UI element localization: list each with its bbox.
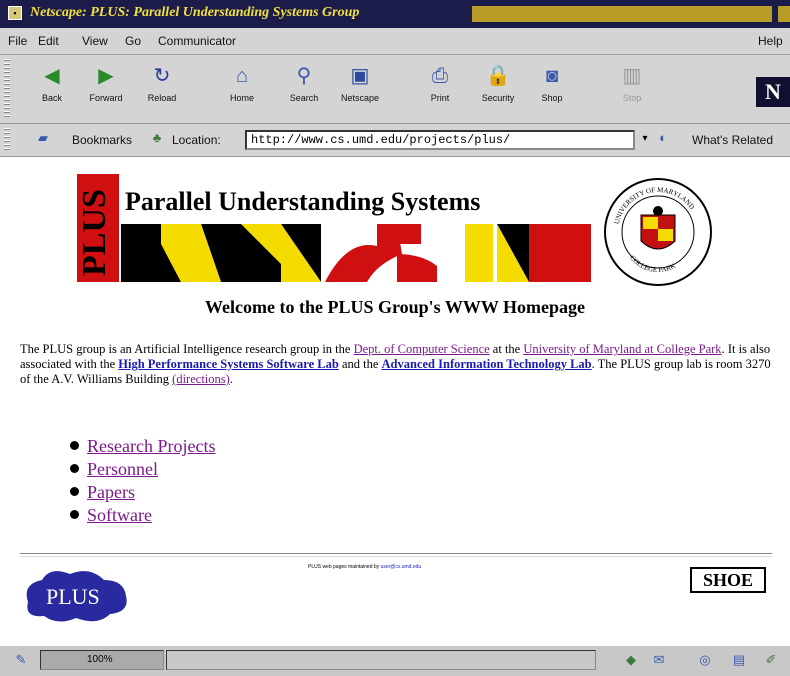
bookmarks-icon: ▰	[38, 130, 48, 145]
hpssl-link[interactable]: High Performance Systems Software Lab	[118, 357, 339, 371]
home-icon: ⌂	[235, 65, 249, 87]
window-title: Netscape: PLUS: Parallel Understanding S…	[30, 5, 360, 20]
menu-file[interactable]: File	[8, 34, 27, 48]
intro-paragraph: The PLUS group is an Artificial Intellig…	[20, 342, 771, 386]
main-links-list: Research Projects Personnel Papers Softw…	[70, 435, 215, 527]
search-button[interactable]: ⚲ Search	[276, 61, 332, 117]
status-bar: ✎ 100% ◆ ✉ ◎ ▤ ✐	[0, 645, 790, 676]
security-button[interactable]: 🔒 Security	[470, 61, 526, 117]
netscape-button[interactable]: ▣ Netscape	[332, 61, 388, 117]
list-item: Research Projects	[70, 435, 215, 458]
composer-icon[interactable]: ▤	[730, 651, 748, 669]
forward-button[interactable]: ▶ Forward	[78, 61, 134, 117]
plus-banner: PLUS Parallel Understanding Systems	[77, 174, 597, 282]
discussions-icon[interactable]: ◎	[696, 651, 714, 669]
research-projects-link[interactable]: Research Projects	[87, 436, 215, 456]
security-status-icon[interactable]: ✎	[12, 651, 30, 669]
horizontal-rule	[20, 553, 772, 557]
banner-title: Parallel Understanding Systems	[125, 187, 480, 216]
reload-button[interactable]: ↻ Reload	[134, 61, 190, 117]
search-icon: ⚲	[296, 65, 312, 87]
bullet-icon	[70, 487, 79, 497]
forward-arrow-icon: ▶	[98, 65, 114, 87]
back-arrow-icon: ◀	[44, 65, 60, 87]
stop-icon: ▥	[622, 65, 642, 87]
navigation-toolbar: ◀ Back ▶ Forward ↻ Reload ⌂ Home ⚲ Searc…	[0, 55, 790, 124]
menu-view[interactable]: View	[82, 34, 108, 48]
software-link[interactable]: Software	[87, 505, 152, 525]
stop-button[interactable]: ▥ Stop	[604, 61, 660, 117]
menu-communicator[interactable]: Communicator	[158, 34, 236, 48]
mail-icon[interactable]: ✉	[650, 651, 668, 669]
personnel-link[interactable]: Personnel	[87, 459, 158, 479]
netscape-logo: N	[756, 77, 790, 107]
print-button[interactable]: ⎙ Print	[412, 61, 468, 117]
window-menu-icon[interactable]: ▪	[8, 6, 22, 20]
url-dropdown-icon[interactable]: ▾	[636, 130, 654, 148]
location-bar: ▰ Bookmarks ♣ Location: http://www.cs.um…	[0, 124, 790, 157]
page-proxy-icon[interactable]: ♣	[148, 129, 166, 147]
menu-help[interactable]: Help	[758, 34, 783, 48]
dept-cs-link[interactable]: Dept. of Computer Science	[354, 342, 490, 356]
maintainer-note: PLUS web pages maintained by user@cs.umd…	[308, 564, 422, 570]
plus-logo-text: PLUS	[46, 584, 100, 609]
titlebar-fill	[472, 6, 772, 22]
maintainer-email-link[interactable]: user@cs.umd.edu	[381, 564, 422, 570]
directions-link[interactable]: (directions)	[172, 372, 230, 386]
menu-go[interactable]: Go	[125, 34, 141, 48]
bullet-icon	[70, 441, 79, 451]
university-seal: UNIVERSITY OF MARYLAND COLLEGE PARK	[604, 178, 712, 286]
navigator-icon[interactable]: ◆	[622, 651, 640, 669]
plus-logo[interactable]: PLUS	[20, 562, 135, 627]
list-item: Personnel	[70, 458, 215, 481]
page-content: PLUS Parallel Understanding Systems UNIV…	[0, 157, 790, 645]
menu-bar: File Edit View Go Communicator Help	[0, 28, 790, 55]
bullet-icon	[70, 464, 79, 474]
location-label: Location:	[172, 133, 221, 147]
netscape-icon: ▣	[350, 65, 370, 87]
shoe-badge[interactable]: SHOE	[690, 567, 766, 593]
umcp-link[interactable]: University of Maryland at College Park	[523, 342, 721, 356]
whats-related-button[interactable]: What's Related	[692, 133, 773, 147]
progress-text: 100%	[87, 654, 113, 665]
welcome-heading: Welcome to the PLUS Group's WWW Homepage	[205, 297, 585, 317]
list-item: Papers	[70, 481, 215, 504]
location-url-input[interactable]: http://www.cs.umd.edu/projects/plus/	[245, 130, 635, 150]
reload-icon: ↻	[153, 65, 171, 87]
shop-button[interactable]: ◙ Shop	[524, 61, 580, 117]
toolbar-grip[interactable]	[4, 59, 10, 117]
whats-related-icon: ◐	[659, 130, 667, 145]
banner-side-text: PLUS	[77, 189, 113, 276]
bookmarks-button[interactable]: Bookmarks	[72, 133, 132, 147]
edit-page-icon[interactable]: ✐	[762, 651, 780, 669]
location-grip[interactable]	[4, 128, 10, 152]
titlebar-fill-right	[778, 6, 790, 22]
home-button[interactable]: ⌂ Home	[214, 61, 270, 117]
status-message	[166, 650, 596, 670]
shopping-bag-icon: ◙	[545, 65, 559, 87]
print-icon: ⎙	[432, 65, 448, 87]
bullet-icon	[70, 510, 79, 520]
list-item: Software	[70, 504, 215, 527]
aitl-link[interactable]: Advanced Information Technology Lab	[382, 357, 592, 371]
lock-icon: 🔒	[485, 65, 511, 87]
window-titlebar: ▪ Netscape: PLUS: Parallel Understanding…	[0, 0, 790, 28]
menu-edit[interactable]: Edit	[38, 34, 59, 48]
progress-bar: 100%	[40, 650, 164, 670]
papers-link[interactable]: Papers	[87, 482, 135, 502]
back-button[interactable]: ◀ Back	[24, 61, 80, 117]
